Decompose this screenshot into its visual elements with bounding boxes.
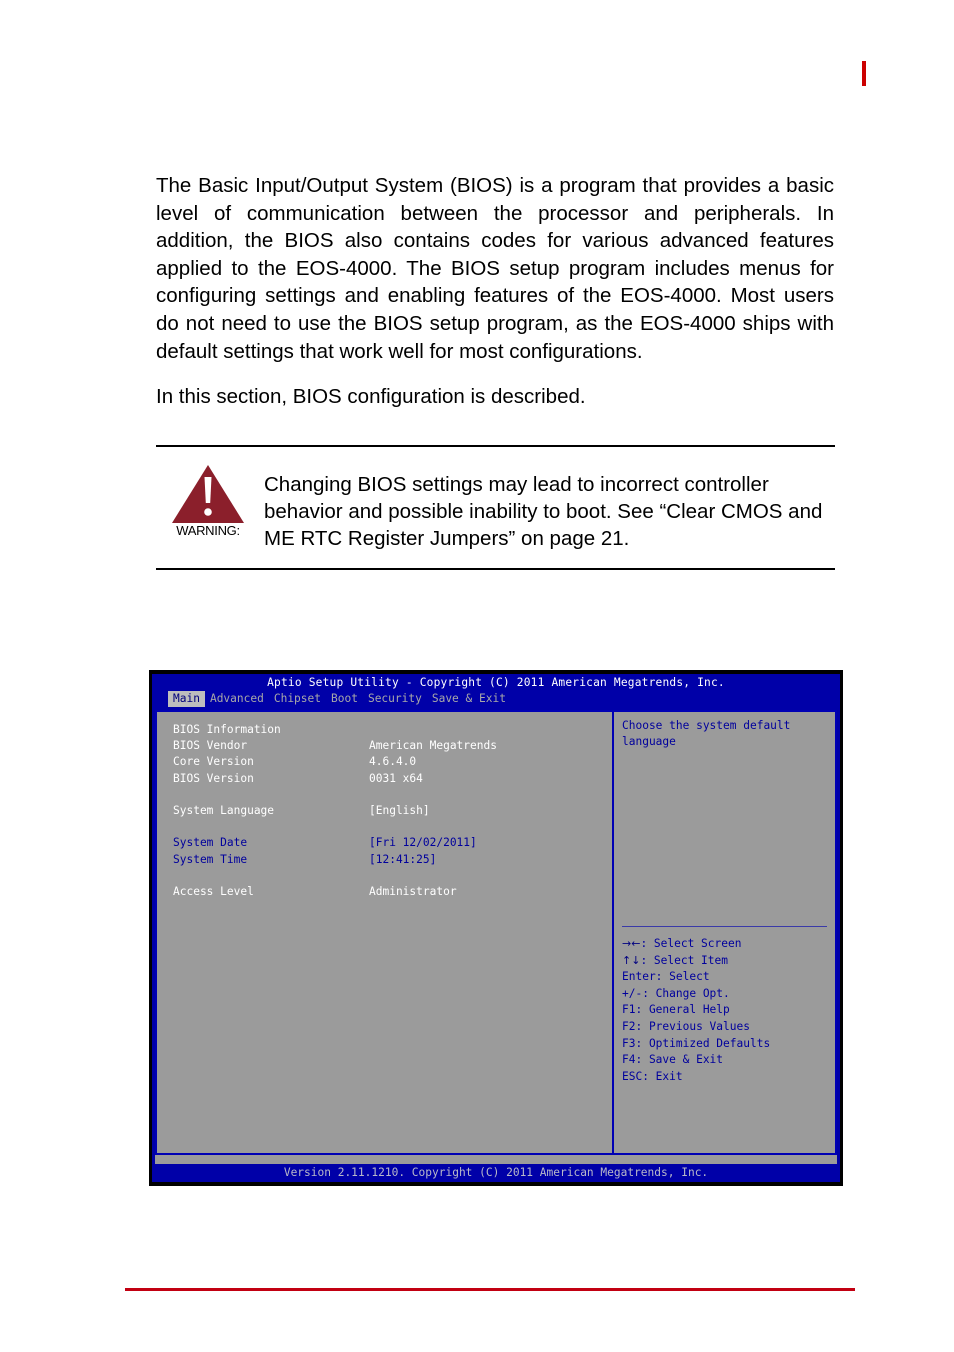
bios-help-panel: Choose the system default language →←: S… bbox=[614, 712, 835, 1153]
bios-body: BIOS Information BIOS Vendor American Me… bbox=[155, 710, 837, 1155]
bios-row-access-level: Access Level Administrator bbox=[173, 884, 612, 900]
tab-boot[interactable]: Boot bbox=[326, 691, 363, 707]
help-key-save-and-exit: F4: Save & Exit bbox=[622, 1053, 724, 1067]
tab-chipset[interactable]: Chipset bbox=[269, 691, 326, 707]
bios-value-bios-vendor: American Megatrends bbox=[369, 739, 497, 753]
paragraph-section-note: In this section, BIOS configuration is d… bbox=[156, 385, 586, 409]
help-key-general-help: F1: General Help bbox=[622, 1003, 730, 1017]
bios-label-bios-vendor: BIOS Vendor bbox=[173, 739, 248, 753]
help-key-esc-exit: ESC: Exit bbox=[622, 1069, 683, 1083]
bios-row-spacer bbox=[173, 819, 612, 835]
bios-row-bios-vendor: BIOS Vendor American Megatrends bbox=[173, 738, 612, 754]
bios-help-divider bbox=[622, 926, 827, 927]
bios-row-system-date[interactable]: System Date [Fri 12/02/2011] bbox=[173, 835, 612, 851]
tab-security[interactable]: Security bbox=[363, 691, 427, 707]
page-edge-marker bbox=[862, 61, 866, 86]
help-key-change-opt: +/-: Change Opt. bbox=[622, 986, 730, 1000]
bios-settings-list: BIOS Information BIOS Vendor American Me… bbox=[157, 712, 612, 900]
help-key-text: : Select Screen bbox=[640, 937, 742, 950]
tab-save-and-exit[interactable]: Save & Exit bbox=[427, 691, 511, 707]
bios-value-core-version: 4.6.4.0 bbox=[369, 755, 417, 769]
warning-marker: WARNING: bbox=[156, 461, 260, 538]
body-copy: The Basic Input/Output System (BIOS) is … bbox=[156, 172, 834, 411]
bios-value-bios-version: 0031 x64 bbox=[369, 771, 423, 785]
help-key-previous-values: F2: Previous Values bbox=[622, 1019, 750, 1033]
bios-value-system-date[interactable]: [Fri 12/02/2011] bbox=[369, 835, 612, 851]
help-key-enter-select: Enter: Select bbox=[622, 970, 710, 984]
bios-row-system-language[interactable]: System Language [English] bbox=[173, 803, 612, 819]
bios-value-system-time[interactable]: [12:41:25] bbox=[369, 852, 612, 868]
bios-row-spacer bbox=[173, 787, 612, 803]
bios-setup-screenshot: Aptio Setup Utility - Copyright (C) 2011… bbox=[149, 670, 843, 1186]
bios-value-access-level: Administrator bbox=[369, 884, 457, 898]
warning-text: Changing BIOS settings may lead to incor… bbox=[264, 473, 823, 550]
warning-triangle-icon bbox=[170, 463, 246, 525]
bios-screen: Aptio Setup Utility - Copyright (C) 2011… bbox=[152, 674, 840, 1182]
warning-admonition: WARNING: Changing BIOS settings may lead… bbox=[156, 445, 835, 570]
bios-label-bios-version: BIOS Version bbox=[173, 771, 254, 785]
bios-label-system-time: System Time bbox=[173, 852, 248, 866]
arrow-up-down-icon: ↑↓ bbox=[622, 953, 641, 967]
bios-label-core-version: Core Version bbox=[173, 755, 254, 769]
bios-value-system-language[interactable]: [English] bbox=[369, 803, 612, 819]
bios-row-core-version: Core Version 4.6.4.0 bbox=[173, 754, 612, 770]
bios-label-system-language: System Language bbox=[173, 804, 275, 817]
bios-label-system-date: System Date bbox=[173, 836, 248, 850]
help-key-select-screen: →←: Select Screen bbox=[622, 936, 829, 953]
bios-version-footer: Version 2.11.1210. Copyright (C) 2011 Am… bbox=[152, 1164, 840, 1182]
bios-row-heading: BIOS Information bbox=[173, 722, 612, 738]
help-key-optimized-defaults: F3: Optimized Defaults bbox=[622, 1036, 771, 1050]
help-key-text: : Select Item bbox=[640, 953, 728, 967]
tab-advanced[interactable]: Advanced bbox=[205, 691, 269, 707]
bios-label-bios-information: BIOS Information bbox=[173, 723, 281, 736]
warning-label: WARNING: bbox=[176, 523, 240, 538]
bios-label-access-level: Access Level bbox=[173, 884, 254, 898]
arrow-left-right-icon: →← bbox=[622, 937, 641, 950]
bios-help-keys: →←: Select Screen ↑↓: Select Item Enter:… bbox=[622, 936, 829, 1085]
tab-main[interactable]: Main bbox=[168, 691, 205, 707]
bios-footer-spacer bbox=[155, 1155, 837, 1164]
paragraph-intro: The Basic Input/Output System (BIOS) is … bbox=[156, 174, 834, 363]
bios-help-description: Choose the system default language bbox=[622, 719, 791, 749]
bios-title: Aptio Setup Utility - Copyright (C) 2011… bbox=[267, 676, 725, 689]
help-key-select-item: ↑↓: Select Item bbox=[622, 953, 829, 970]
bios-row-spacer bbox=[173, 868, 612, 884]
page-footer-rule bbox=[125, 1288, 855, 1291]
bios-row-system-time[interactable]: System Time [12:41:25] bbox=[173, 852, 612, 868]
bios-row-bios-version: BIOS Version 0031 x64 bbox=[173, 771, 612, 787]
bios-menu-bar[interactable]: Main Advanced Chipset Boot Security Save & Ex… bbox=[152, 691, 840, 707]
bios-settings-panel: BIOS Information BIOS Vendor American Me… bbox=[157, 712, 614, 1153]
